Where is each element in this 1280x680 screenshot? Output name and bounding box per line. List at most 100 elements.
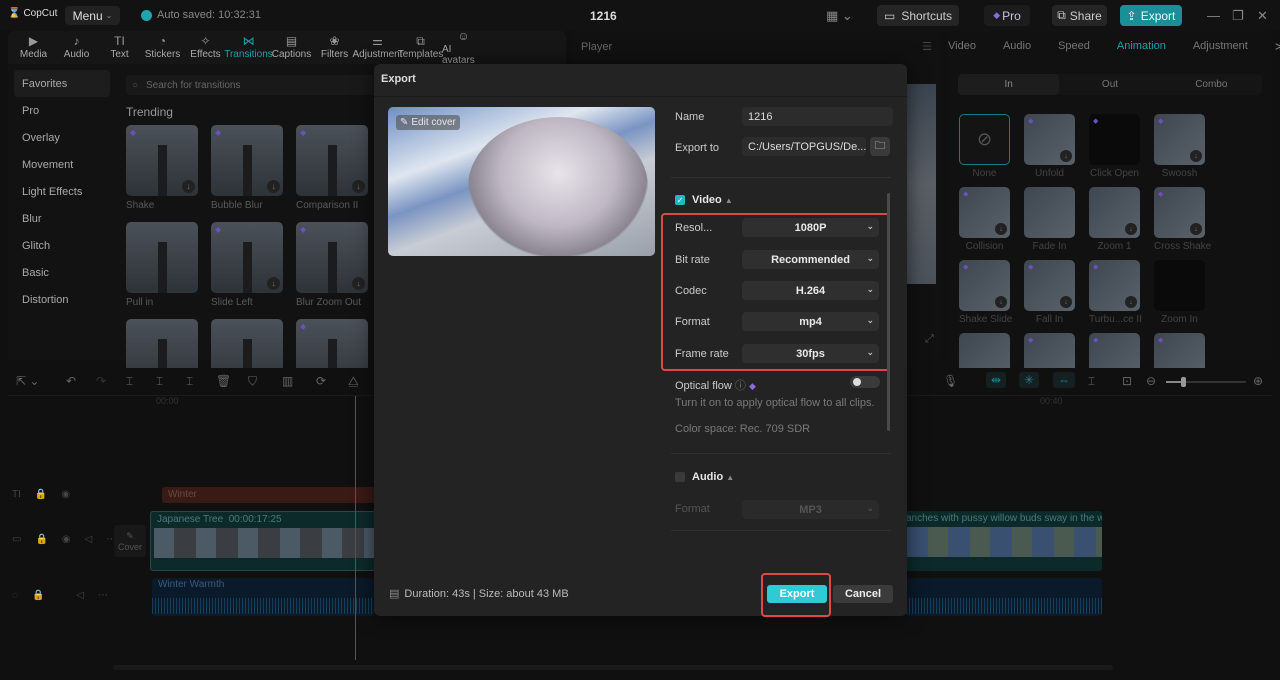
tab-media[interactable]: ▶ Media <box>12 31 55 64</box>
audio-format-select[interactable]: MP3 ⌄ <box>742 500 879 519</box>
animation-card[interactable]: ⊘ None <box>959 114 1010 187</box>
frame-rate-select[interactable]: 30fps ⌄ <box>742 344 879 363</box>
pro-button[interactable]: ◆ Pro <box>984 5 1030 26</box>
help-icon[interactable]: ⓘ <box>735 380 746 392</box>
select-tool-icon[interactable]: ⇱ ⌄ <box>16 374 39 388</box>
lock-icon[interactable]: 🔒 <box>35 534 47 545</box>
split-right-icon[interactable]: ⌶ <box>186 374 193 389</box>
animation-card[interactable]: ◆ ↓ Collision <box>959 187 1010 260</box>
more-icon[interactable]: ⋯ <box>98 590 108 601</box>
main-track-magnet-icon[interactable]: ⇹ <box>986 372 1007 388</box>
download-icon[interactable]: ↓ <box>267 180 280 193</box>
nav-item-movement[interactable]: Movement <box>14 151 110 178</box>
transition-card[interactable]: ◆ ↓ Comparison II <box>296 125 368 222</box>
export-top-button[interactable]: ⇪ Export <box>1120 5 1182 26</box>
transition-card[interactable]: ◆ ↓ Blur Zoom Out <box>296 222 368 319</box>
tab-animation[interactable]: Animation <box>1117 40 1166 53</box>
tab-text[interactable]: TI Text <box>98 31 141 64</box>
audio-clip-2[interactable] <box>906 578 1102 616</box>
more-tabs-icon[interactable]: ⋙ <box>1275 40 1280 53</box>
zoom-fit-icon[interactable]: ⊡ <box>1122 374 1132 388</box>
download-icon[interactable]: ↓ <box>1125 296 1137 308</box>
tab-adjustment[interactable]: Adjustment <box>1193 40 1248 53</box>
freeze-icon[interactable]: ▥ <box>282 374 293 388</box>
layout-icon[interactable]: ▦ ⌄ <box>826 8 853 24</box>
optical-flow-toggle[interactable] <box>850 376 880 388</box>
redo-icon[interactable]: ↷ <box>96 374 106 388</box>
zoom-slider[interactable] <box>1166 377 1246 387</box>
animation-card[interactable]: ↓ Zoom 1 <box>1089 187 1140 260</box>
mirror-icon[interactable]: ⧋ <box>348 374 359 389</box>
download-icon[interactable]: ↓ <box>995 296 1007 308</box>
tab-filters[interactable]: ❀ Filters <box>313 31 356 64</box>
animation-card[interactable]: ◆ ↓ Fall In <box>1024 260 1075 333</box>
download-icon[interactable]: ↓ <box>267 277 280 290</box>
name-input[interactable]: 1216 <box>742 107 893 126</box>
microphone-icon[interactable]: 🎙 <box>943 374 958 388</box>
animation-card[interactable]: ◆ ↓ Turbu...ce II <box>1089 260 1142 333</box>
download-icon[interactable]: ↓ <box>1190 223 1202 235</box>
nav-item-light-effects[interactable]: Light Effects <box>14 178 110 205</box>
download-icon[interactable]: ↓ <box>182 180 195 193</box>
segment-combo[interactable]: Combo <box>1161 74 1262 95</box>
transition-card[interactable]: Pull in <box>126 222 198 319</box>
auto-snap-icon[interactable]: ✳ <box>1019 372 1040 388</box>
transition-card[interactable]: ◆ ↓ Bubble Blur <box>211 125 283 222</box>
audio-clip[interactable]: Winter Warmth <box>152 578 374 616</box>
edit-cover-button[interactable]: ✎ Edit cover <box>396 115 460 130</box>
download-icon[interactable]: ↓ <box>352 180 365 193</box>
tab-ai-avatars[interactable]: ☺ AI avatars <box>442 30 485 66</box>
tab-templates[interactable]: ⧉ Templates <box>398 31 444 64</box>
segment-out[interactable]: Out <box>1059 74 1160 95</box>
nav-favorites[interactable]: Favorites <box>14 70 110 97</box>
tab-effects[interactable]: ✧ Effects <box>184 31 227 64</box>
linkage-icon[interactable]: ⇔ <box>1053 372 1075 388</box>
tab-speed[interactable]: Speed <box>1058 40 1090 53</box>
settings-scrollbar[interactable] <box>887 193 890 431</box>
zoom-out-icon[interactable]: ⊖ <box>1146 374 1156 388</box>
download-icon[interactable]: ↓ <box>1060 296 1072 308</box>
preview-axis-icon[interactable]: ⌶ <box>1088 374 1095 389</box>
speaker-icon[interactable]: ◁ <box>76 590 84 601</box>
playhead[interactable] <box>355 396 356 660</box>
tab-transitions[interactable]: ⋈ Transitions <box>224 31 273 64</box>
nav-item-blur[interactable]: Blur <box>14 205 110 232</box>
cover-button[interactable]: ✎ Cover <box>114 525 146 557</box>
download-icon[interactable]: ↓ <box>1125 223 1137 235</box>
nav-item-overlay[interactable]: Overlay <box>14 124 110 151</box>
menu-button[interactable]: Menu ⌄ <box>65 6 120 25</box>
split-left-icon[interactable]: ⌶ <box>156 374 163 389</box>
format-select[interactable]: mp4 ⌄ <box>742 312 879 331</box>
video-checkbox[interactable]: ✓ <box>675 195 685 205</box>
split-icon[interactable]: ⌶ <box>126 374 133 389</box>
shortcuts-button[interactable]: ▭ Shortcuts <box>877 5 959 26</box>
close-button[interactable]: ✕ <box>1257 8 1268 24</box>
segment-in[interactable]: In <box>958 74 1060 95</box>
nav-item-basic[interactable]: Basic <box>14 259 110 286</box>
marker-icon[interactable]: ⛉ <box>248 374 257 389</box>
undo-icon[interactable]: ↶ <box>66 374 76 388</box>
folder-button[interactable]: 🗀 <box>870 137 890 156</box>
share-button[interactable]: ⧉ Share <box>1052 5 1107 26</box>
animation-card[interactable]: ◆ Click Open <box>1089 114 1140 187</box>
nav-item-pro[interactable]: Pro <box>14 97 110 124</box>
search-input[interactable]: ○ Search for transitions <box>126 75 386 95</box>
timeline-scrollbar[interactable] <box>113 665 1113 670</box>
audio-checkbox[interactable] <box>675 472 685 482</box>
tab-adjustment[interactable]: ⚌ Adjustment <box>352 31 402 64</box>
transition-card[interactable]: ◆ ↓ Slide Left <box>211 222 283 319</box>
delete-icon[interactable]: 🗑 <box>216 374 231 388</box>
lock-icon[interactable]: 🔒 <box>35 489 47 500</box>
download-icon[interactable]: ↓ <box>995 223 1007 235</box>
tab-video[interactable]: Video <box>948 40 976 53</box>
animation-card[interactable]: Zoom In <box>1154 260 1205 333</box>
speaker-icon[interactable]: ◁ <box>85 534 93 545</box>
animation-card[interactable]: ◆ ↓ Shake Slide <box>959 260 1012 333</box>
download-icon[interactable]: ↓ <box>1190 150 1202 162</box>
reverse-icon[interactable]: ⟳ <box>316 374 326 388</box>
nav-item-distortion[interactable]: Distortion <box>14 286 110 313</box>
tab-stickers[interactable]: ◔ Stickers <box>141 31 184 64</box>
animation-card[interactable]: ◆ ↓ Cross Shake <box>1154 187 1211 260</box>
tab-audio[interactable]: Audio <box>1003 40 1031 53</box>
menu-icon[interactable]: ☰ <box>922 40 932 53</box>
